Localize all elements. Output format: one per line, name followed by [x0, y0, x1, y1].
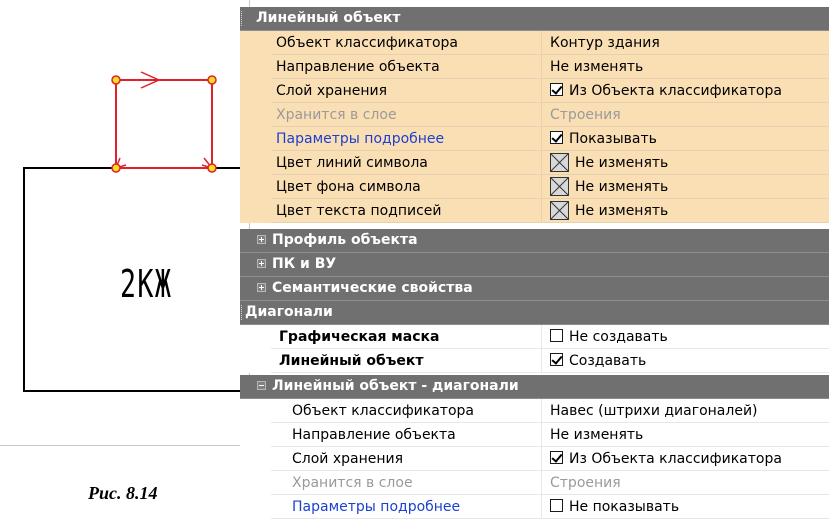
collapse-minus-icon[interactable]	[257, 381, 266, 390]
prop-value-checkbox[interactable]: Из Объекта классификатора	[542, 447, 829, 471]
expand-plus-icon[interactable]	[257, 283, 266, 292]
prop-name: Слой хранения	[271, 447, 542, 471]
section-title: Профиль объекта	[272, 232, 418, 248]
prop-value: Строения	[542, 103, 829, 127]
checkbox-icon[interactable]	[550, 328, 563, 342]
checkbox-label: Из Объекта классификатора	[569, 451, 782, 467]
prop-row[interactable]: Цвет фона символа Не изменять	[240, 175, 829, 199]
prop-name: Объект классификатора	[271, 31, 542, 55]
prop-value-color[interactable]: Не изменять	[542, 199, 829, 223]
building-label: 2КЖ	[120, 262, 173, 306]
prop-row[interactable]: Слой хранения Из Объекта классификатора	[240, 447, 829, 471]
prop-row[interactable]: Графическая маска Не создавать	[240, 325, 829, 349]
checkbox-icon[interactable]	[550, 130, 563, 144]
prop-value-checkbox[interactable]: Не показывать	[542, 495, 829, 519]
checkbox-icon[interactable]	[550, 450, 563, 464]
prop-row[interactable]: Объект классификатора Навес (штрихи диаг…	[240, 399, 829, 423]
checkbox-icon[interactable]	[550, 498, 563, 512]
checkbox-label: Создавать	[569, 353, 647, 369]
prop-name: Направление объекта	[271, 55, 542, 79]
section-pk-vu[interactable]: ПК и ВУ	[240, 253, 829, 277]
property-grid[interactable]: Линейный объект Объект классификатора Ко…	[240, 7, 829, 520]
prop-name: Направление объекта	[271, 423, 542, 447]
vertex-markers	[111, 75, 217, 173]
section-profile[interactable]: Профиль объекта	[240, 229, 829, 253]
color-label: Не изменять	[575, 179, 669, 195]
section-title: Семантические свойства	[272, 280, 473, 296]
prop-name: Цвет текста подписей	[271, 199, 542, 223]
building-drawing	[23, 71, 249, 392]
prop-value[interactable]: Не изменять	[542, 55, 829, 79]
section-diagonal-line[interactable]: Линейный объект - диагонали	[240, 375, 829, 399]
checkbox-icon[interactable]	[550, 352, 563, 366]
prop-name-link[interactable]: Параметры подробнее	[271, 495, 542, 519]
prop-row: Хранится в слое Строения	[240, 103, 829, 127]
prop-name: Цвет линий символа	[271, 151, 542, 175]
prop-value[interactable]: Навес (штрихи диагоналей)	[542, 399, 829, 423]
section-title: ПК и ВУ	[272, 256, 337, 272]
color-label: Не изменять	[575, 155, 669, 171]
expand-plus-icon[interactable]	[257, 235, 266, 244]
prop-name-link[interactable]: Параметры подробнее	[271, 127, 542, 151]
checkbox-icon[interactable]	[550, 82, 563, 96]
prop-name: Цвет фона символа	[271, 175, 542, 199]
color-swatch-icon[interactable]	[550, 152, 569, 172]
prop-row[interactable]: Слой хранения Из Объекта классификатора	[240, 79, 829, 103]
prop-row[interactable]: Цвет линий символа Не изменять	[240, 151, 829, 175]
expand-plus-icon[interactable]	[257, 259, 266, 268]
prop-name: Хранится в слое	[271, 103, 542, 127]
prop-value-checkbox[interactable]: Создавать	[542, 349, 829, 373]
prop-name: Объект классификатора	[271, 399, 542, 423]
prop-name: Слой хранения	[271, 79, 542, 103]
checkbox-label: Не создавать	[569, 329, 668, 345]
vertex	[207, 75, 217, 85]
drawing-canvas[interactable]: 2КЖ	[0, 0, 250, 446]
prop-row[interactable]: Направление объекта Не изменять	[240, 55, 829, 79]
prop-value: Строения	[542, 471, 829, 495]
prop-name: Хранится в слое	[271, 471, 542, 495]
vertex	[111, 75, 121, 85]
prop-value-color[interactable]: Не изменять	[542, 175, 829, 199]
prop-value-color[interactable]: Не изменять	[542, 151, 829, 175]
prop-value[interactable]: Не изменять	[542, 423, 829, 447]
prop-value-checkbox[interactable]: Из Объекта классификатора	[542, 79, 829, 103]
prop-name: Линейный объект	[271, 349, 542, 373]
section-diagonals[interactable]: Диагонали	[240, 301, 829, 325]
prop-value-checkbox[interactable]: Не создавать	[542, 325, 829, 349]
prop-value[interactable]: Контур здания	[542, 31, 829, 55]
color-swatch-icon[interactable]	[550, 176, 569, 196]
prop-row[interactable]: Параметры подробнее Не показывать	[240, 495, 829, 519]
section-title: Диагонали	[245, 304, 333, 320]
prop-row[interactable]: Объект классификатора Контур здания	[240, 31, 829, 55]
prop-row[interactable]: Линейный объект Создавать	[240, 349, 829, 373]
section-linear-object[interactable]: Линейный объект	[240, 7, 829, 31]
section-semantics[interactable]: Семантические свойства	[240, 277, 829, 301]
checkbox-label: Из Объекта классификатора	[569, 83, 782, 99]
prop-row[interactable]: Цвет текста подписей Не изменять	[240, 199, 829, 223]
color-label: Не изменять	[575, 203, 669, 219]
prop-value-checkbox[interactable]: Показывать	[542, 127, 829, 151]
checkbox-label: Показывать	[569, 131, 657, 147]
prop-row: Хранится в слое Строения	[240, 471, 829, 495]
object-contour	[115, 79, 213, 169]
prop-row[interactable]: Направление объекта Не изменять	[240, 423, 829, 447]
drag-handle-icon[interactable]	[241, 11, 246, 26]
prop-name: Графическая маска	[271, 325, 542, 349]
figure-caption: Рис. 8.14	[88, 483, 158, 503]
color-swatch-icon[interactable]	[550, 200, 569, 220]
prop-row[interactable]: Параметры подробнее Показывать	[240, 127, 829, 151]
vertex	[111, 163, 121, 173]
section-title: Линейный объект - диагонали	[272, 378, 519, 394]
section-title: Линейный объект	[256, 10, 401, 26]
checkbox-label: Не показывать	[569, 499, 680, 515]
vertex	[207, 163, 217, 173]
